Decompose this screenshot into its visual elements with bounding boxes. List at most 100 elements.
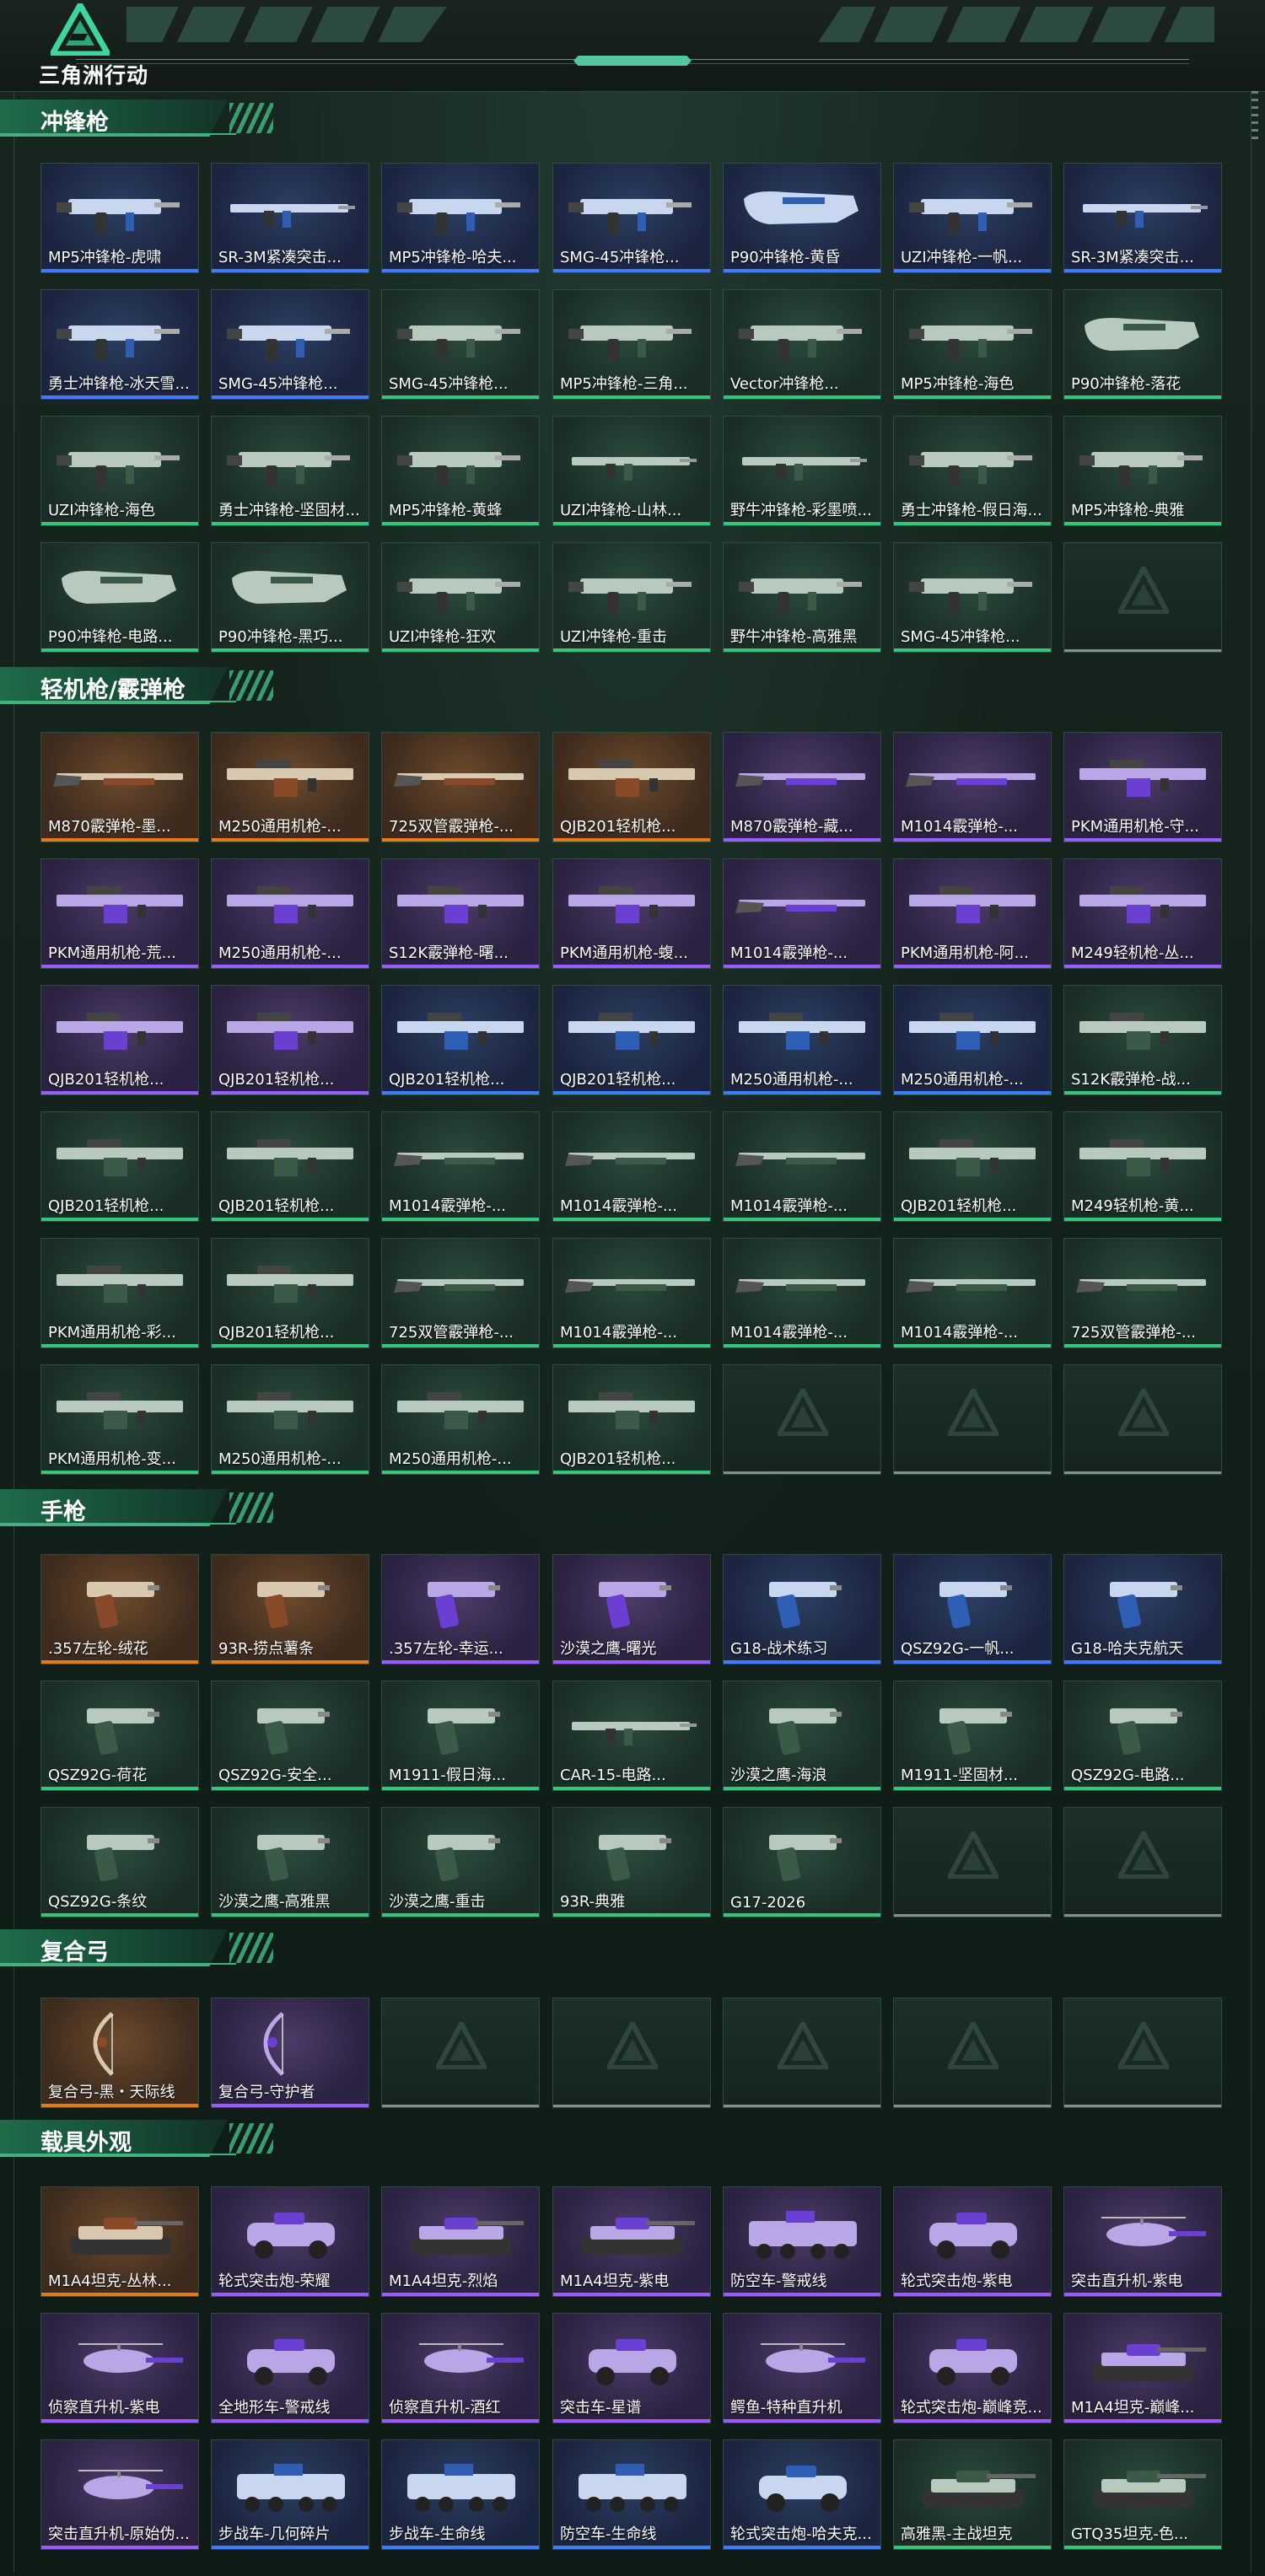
collection-item-card[interactable]: 勇士冲锋枪-冰天雪... bbox=[40, 289, 199, 400]
collection-item-card[interactable]: S12K霰弹枪-曙... bbox=[381, 858, 540, 969]
game-logo[interactable]: 三角洲行动 bbox=[39, 3, 148, 88]
collection-item-card[interactable]: 93R-典雅 bbox=[552, 1807, 711, 1917]
collection-item-card[interactable]: 侦察直升机-紫电 bbox=[40, 2313, 199, 2423]
collection-item-card[interactable]: 93R-捞点薯条 bbox=[211, 1554, 369, 1664]
collection-item-card[interactable]: M250通用机枪-... bbox=[211, 1364, 369, 1475]
collection-item-card[interactable]: 野牛冲锋枪-彩墨喷... bbox=[723, 416, 881, 526]
collection-item-card[interactable]: M1014霰弹枪-... bbox=[723, 1238, 881, 1348]
collection-item-card[interactable]: M1A4坦克-紫电 bbox=[552, 2186, 711, 2297]
collection-item-card[interactable]: M870霰弹枪-墨... bbox=[40, 732, 199, 842]
collection-item-card[interactable]: 防空车-警戒线 bbox=[723, 2186, 881, 2297]
collection-item-card[interactable]: SMG-45冲锋枪... bbox=[893, 542, 1052, 653]
collection-item-card[interactable]: .357左轮-幸运... bbox=[381, 1554, 540, 1664]
collection-item-card[interactable]: 步战车-生命线 bbox=[381, 2439, 540, 2550]
collection-item-card[interactable]: GTQ35坦克-色... bbox=[1063, 2439, 1222, 2550]
collection-item-card[interactable]: M250通用机枪-... bbox=[893, 985, 1052, 1095]
collection-item-card[interactable]: SR-3M紧凑突击... bbox=[1063, 163, 1222, 273]
collection-item-card[interactable]: M1014霰弹枪-... bbox=[893, 1238, 1052, 1348]
collection-item-card[interactable]: 防空车-生命线 bbox=[552, 2439, 711, 2550]
collection-item-card[interactable]: QSZ92G-电路... bbox=[1063, 1681, 1222, 1791]
collection-item-card[interactable]: CAR-15-电路... bbox=[552, 1681, 711, 1791]
collection-item-card[interactable]: QJB201轻机枪... bbox=[552, 732, 711, 842]
collection-item-card[interactable]: 轮式突击炮-哈夫克... bbox=[723, 2439, 881, 2550]
collection-item-card[interactable]: M249轻机枪-丛... bbox=[1063, 858, 1222, 969]
collection-item-card[interactable]: S12K霰弹枪-战... bbox=[1063, 985, 1222, 1095]
collection-item-card[interactable]: 沙漠之鹰-重击 bbox=[381, 1807, 540, 1917]
collection-item-card[interactable]: 高雅黑-主战坦克 bbox=[893, 2439, 1052, 2550]
collection-item-card[interactable]: M249轻机枪-黄... bbox=[1063, 1111, 1222, 1222]
collection-item-card[interactable]: 勇士冲锋枪-坚固材... bbox=[211, 416, 369, 526]
collection-item-card[interactable]: PKM通用机枪-蝮... bbox=[552, 858, 711, 969]
collection-item-card[interactable]: M1A4坦克-烈焰 bbox=[381, 2186, 540, 2297]
collection-item-card[interactable]: 勇士冲锋枪-假日海... bbox=[893, 416, 1052, 526]
collection-item-card[interactable]: .357左轮-绒花 bbox=[40, 1554, 199, 1664]
collection-item-card[interactable]: 突击直升机-紫电 bbox=[1063, 2186, 1222, 2297]
collection-item-card[interactable]: QJB201轻机枪... bbox=[211, 1238, 369, 1348]
collection-item-card[interactable]: SMG-45冲锋枪... bbox=[552, 163, 711, 273]
collection-item-card[interactable]: 725双管霰弹枪-... bbox=[381, 1238, 540, 1348]
collection-item-card[interactable]: G17-2026 bbox=[723, 1807, 881, 1917]
collection-item-card[interactable]: M1014霰弹枪-... bbox=[552, 1238, 711, 1348]
collection-item-card[interactable]: M250通用机枪-... bbox=[381, 1364, 540, 1475]
collection-item-card[interactable]: 步战车-几何碎片 bbox=[211, 2439, 369, 2550]
collection-item-card[interactable]: UZI冲锋枪-狂欢 bbox=[381, 542, 540, 653]
collection-item-card[interactable]: 沙漠之鹰-曙光 bbox=[552, 1554, 711, 1664]
collection-item-card[interactable]: M1014霰弹枪-... bbox=[723, 1111, 881, 1222]
collection-item-card[interactable]: MP5冲锋枪-三角... bbox=[552, 289, 711, 400]
collection-item-card[interactable]: QJB201轻机枪... bbox=[211, 1111, 369, 1222]
collection-item-card[interactable]: 野牛冲锋枪-高雅黑 bbox=[723, 542, 881, 653]
collection-item-card[interactable]: M250通用机枪-... bbox=[723, 985, 881, 1095]
collection-item-card[interactable]: G18-哈夫克航天 bbox=[1063, 1554, 1222, 1664]
collection-item-card[interactable]: M1014霰弹枪-... bbox=[723, 858, 881, 969]
collection-item-card[interactable]: P90冲锋枪-电路... bbox=[40, 542, 199, 653]
collection-item-card[interactable]: QSZ92G-一帆... bbox=[893, 1554, 1052, 1664]
collection-item-card[interactable]: 沙漠之鹰-海浪 bbox=[723, 1681, 881, 1791]
collection-item-card[interactable]: MP5冲锋枪-海色 bbox=[893, 289, 1052, 400]
collection-item-card[interactable]: PKM通用机枪-阿... bbox=[893, 858, 1052, 969]
collection-item-card[interactable]: 突击车-星谱 bbox=[552, 2313, 711, 2423]
scroll-indicator[interactable] bbox=[1252, 91, 1258, 142]
collection-item-card[interactable]: QJB201轻机枪... bbox=[893, 1111, 1052, 1222]
collection-item-card[interactable]: UZI冲锋枪-重击 bbox=[552, 542, 711, 653]
collection-item-card[interactable]: M250通用机枪-... bbox=[211, 858, 369, 969]
collection-item-card[interactable]: UZI冲锋枪-海色 bbox=[40, 416, 199, 526]
collection-item-card[interactable]: 侦察直升机-酒红 bbox=[381, 2313, 540, 2423]
collection-item-card[interactable]: PKM通用机枪-荒... bbox=[40, 858, 199, 969]
collection-item-card[interactable]: M1911-假日海... bbox=[381, 1681, 540, 1791]
collection-item-card[interactable]: M1014霰弹枪-... bbox=[893, 732, 1052, 842]
collection-item-card[interactable]: MP5冲锋枪-典雅 bbox=[1063, 416, 1222, 526]
collection-item-card[interactable]: 全地形车-警戒线 bbox=[211, 2313, 369, 2423]
collection-item-card[interactable]: MP5冲锋枪-哈夫... bbox=[381, 163, 540, 273]
collection-item-card[interactable]: QJB201轻机枪... bbox=[211, 985, 369, 1095]
collection-item-card[interactable]: 轮式突击炮-巅峰竞... bbox=[893, 2313, 1052, 2423]
collection-item-card[interactable]: M1A4坦克-巅峰... bbox=[1063, 2313, 1222, 2423]
collection-item-card[interactable]: M1A4坦克-丛林... bbox=[40, 2186, 199, 2297]
collection-item-card[interactable]: M1014霰弹枪-... bbox=[552, 1111, 711, 1222]
collection-item-card[interactable]: QSZ92G-条纹 bbox=[40, 1807, 199, 1917]
collection-item-card[interactable]: MP5冲锋枪-虎啸 bbox=[40, 163, 199, 273]
collection-item-card[interactable]: P90冲锋枪-黑巧... bbox=[211, 542, 369, 653]
collection-item-card[interactable]: M1911-坚固材... bbox=[893, 1681, 1052, 1791]
collection-item-card[interactable]: 鳄鱼-特种直升机 bbox=[723, 2313, 881, 2423]
collection-item-card[interactable]: 轮式突击炮-紫电 bbox=[893, 2186, 1052, 2297]
collection-item-card[interactable]: 725双管霰弹枪-... bbox=[1063, 1238, 1222, 1348]
collection-item-card[interactable]: PKM通用机枪-变... bbox=[40, 1364, 199, 1475]
collection-item-card[interactable]: Vector冲锋枪... bbox=[723, 289, 881, 400]
collection-item-card[interactable]: UZI冲锋枪-一帆... bbox=[893, 163, 1052, 273]
collection-item-card[interactable]: QSZ92G-荷花 bbox=[40, 1681, 199, 1791]
collection-item-card[interactable]: UZI冲锋枪-山林... bbox=[552, 416, 711, 526]
collection-item-card[interactable]: QSZ92G-安全... bbox=[211, 1681, 369, 1791]
collection-item-card[interactable]: 复合弓-黑・天际线 bbox=[40, 1998, 199, 2108]
collection-item-card[interactable]: 突击直升机-原始伪... bbox=[40, 2439, 199, 2550]
collection-item-card[interactable]: QJB201轻机枪... bbox=[552, 985, 711, 1095]
collection-item-card[interactable]: QJB201轻机枪... bbox=[40, 985, 199, 1095]
collection-item-card[interactable]: SMG-45冲锋枪... bbox=[211, 289, 369, 400]
collection-item-card[interactable]: P90冲锋枪-落花 bbox=[1063, 289, 1222, 400]
collection-item-card[interactable]: QJB201轻机枪... bbox=[40, 1111, 199, 1222]
collection-item-card[interactable]: 沙漠之鹰-高雅黑 bbox=[211, 1807, 369, 1917]
collection-item-card[interactable]: SMG-45冲锋枪... bbox=[381, 289, 540, 400]
collection-item-card[interactable]: M250通用机枪-... bbox=[211, 732, 369, 842]
collection-item-card[interactable]: PKM通用机枪-彩... bbox=[40, 1238, 199, 1348]
collection-item-card[interactable]: MP5冲锋枪-黄蜂 bbox=[381, 416, 540, 526]
collection-item-card[interactable]: SR-3M紧凑突击... bbox=[211, 163, 369, 273]
